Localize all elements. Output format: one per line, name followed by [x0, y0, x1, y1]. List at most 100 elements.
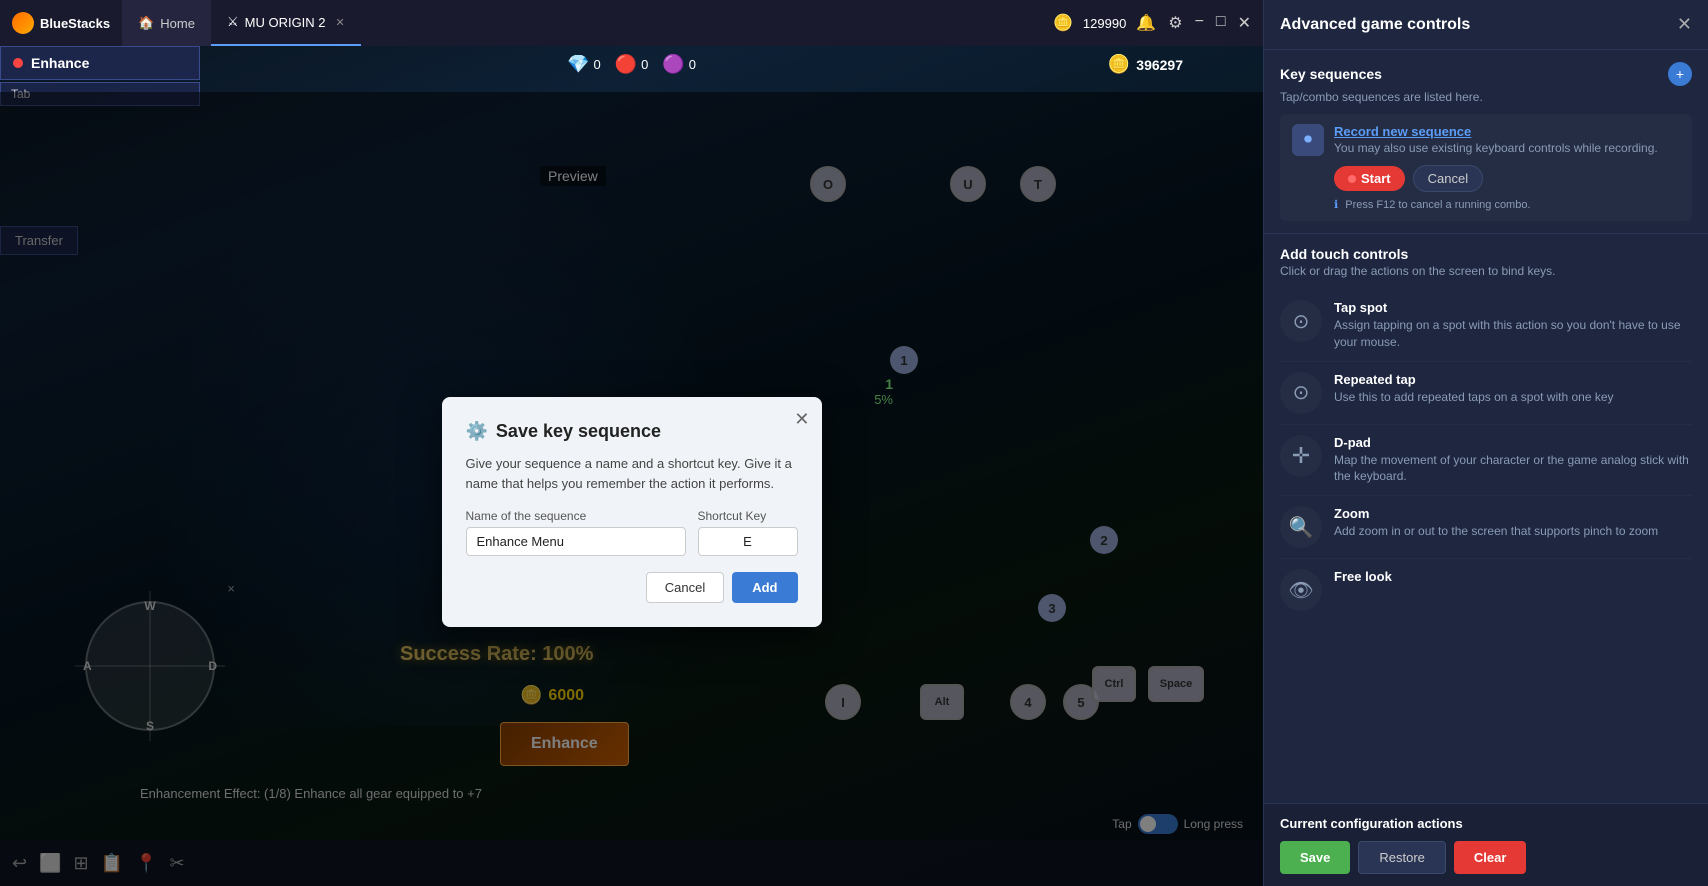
zoom-ctrl-info: Zoom Add zoom in or out to the screen th… — [1334, 506, 1692, 540]
freelook-icon-box: 👁 — [1280, 569, 1322, 611]
name-field-group: Name of the sequence — [466, 509, 686, 556]
control-free-look[interactable]: 👁 Free look — [1280, 559, 1692, 621]
top-bar-right: 🪙 129990 🔔 ⚙ − □ ✕ — [1053, 13, 1263, 33]
record-new-sequence-link[interactable]: Record new sequence — [1334, 124, 1680, 139]
record-info: Record new sequence You may also use exi… — [1334, 124, 1680, 211]
modal-overlay: ✕ ⚙️ Save key sequence Give your sequenc… — [0, 92, 1263, 886]
tab-close-icon[interactable]: ✕ — [336, 16, 345, 29]
dialog-actions: Cancel Add — [466, 572, 798, 603]
tab-mu-origin[interactable]: ⚔ MU ORIGIN 2 ✕ — [211, 0, 361, 46]
game-content: Enhance Tab Transfer 💎 0 🔴 0 🟣 0 — [0, 46, 1263, 886]
config-actions: Save Restore Clear — [1280, 841, 1693, 874]
touch-controls-title: Add touch controls — [1280, 246, 1692, 262]
top-bar: BlueStacks 🏠 Home ⚔ MU ORIGIN 2 ✕ 🪙 1299… — [0, 0, 1263, 46]
shortcut-field-group: Shortcut Key — [698, 509, 798, 556]
gold-icon: 🪙 — [1053, 13, 1073, 33]
bluestacks-icon — [12, 12, 34, 34]
dialog-cancel-btn[interactable]: Cancel — [646, 572, 724, 603]
enhance-dot — [13, 58, 23, 68]
tap-spot-desc: Assign tapping on a spot with this actio… — [1334, 317, 1692, 351]
hud-resources: 💎 0 🔴 0 🟣 0 — [567, 54, 696, 75]
bluestacks-logo: BlueStacks — [0, 12, 122, 34]
gems-blue-value: 0 — [593, 57, 600, 72]
control-repeated-tap[interactable]: ⊙ Repeated tap Use this to add repeated … — [1280, 362, 1692, 425]
maximize-icon[interactable]: □ — [1216, 13, 1226, 33]
key-sequences-title: Key sequences + — [1280, 62, 1692, 86]
hud-blue-gem: 💎 0 — [567, 54, 601, 75]
info-icon: ℹ — [1334, 199, 1338, 211]
record-desc: You may also use existing keyboard contr… — [1334, 141, 1680, 155]
name-input[interactable] — [466, 527, 686, 556]
freelook-ctrl-icon: 👁 — [1288, 578, 1313, 603]
dialog-description: Give your sequence a name and a shortcut… — [466, 454, 798, 493]
cancel-record-btn[interactable]: Cancel — [1413, 165, 1483, 192]
repeated-tap-name: Repeated tap — [1334, 372, 1692, 387]
start-btn[interactable]: Start — [1334, 166, 1405, 191]
record-icon-symbol: ⏺ — [1304, 131, 1312, 149]
settings-icon[interactable]: ⚙ — [1168, 13, 1182, 33]
restore-config-btn[interactable]: Restore — [1358, 841, 1446, 874]
repeated-tap-desc: Use this to add repeated taps on a spot … — [1334, 389, 1692, 406]
panel-bottom: Current configuration actions Save Resto… — [1264, 803, 1708, 886]
name-label: Name of the sequence — [466, 509, 686, 523]
dpad-ctrl-info: D-pad Map the movement of your character… — [1334, 435, 1692, 486]
zoom-ctrl-desc: Add zoom in or out to the screen that su… — [1334, 523, 1692, 540]
hud-purple-gem: 🟣 0 — [662, 54, 696, 75]
key-sequences-subtitle: Tap/combo sequences are listed here. — [1280, 90, 1692, 104]
tap-spot-name: Tap spot — [1334, 300, 1692, 315]
touch-controls-section: Add touch controls Click or drag the act… — [1264, 234, 1708, 633]
tab-mu-label: MU ORIGIN 2 — [245, 15, 326, 30]
game-area: BlueStacks 🏠 Home ⚔ MU ORIGIN 2 ✕ 🪙 1299… — [0, 0, 1263, 886]
gems-red-value: 0 — [641, 57, 648, 72]
record-actions: Start Cancel — [1334, 165, 1680, 192]
bell-icon[interactable]: 🔔 — [1136, 13, 1156, 33]
tap-spot-icon: ⊙ — [1293, 309, 1310, 334]
dialog-fields: Name of the sequence Shortcut Key — [466, 509, 798, 556]
repeated-tap-info: Repeated tap Use this to add repeated ta… — [1334, 372, 1692, 406]
control-zoom[interactable]: 🔍 Zoom Add zoom in or out to the screen … — [1280, 496, 1692, 559]
zoom-icon-box: 🔍 — [1280, 506, 1322, 548]
shortcut-input[interactable] — [698, 527, 798, 556]
tab-home[interactable]: 🏠 Home — [122, 0, 211, 46]
enhance-title: Enhance — [31, 55, 89, 71]
clear-config-btn[interactable]: Clear — [1454, 841, 1527, 874]
save-dialog: ✕ ⚙️ Save key sequence Give your sequenc… — [442, 397, 822, 627]
dpad-ctrl-desc: Map the movement of your character or th… — [1334, 452, 1692, 486]
enhance-header: Enhance — [0, 46, 200, 80]
freelook-ctrl-info: Free look — [1334, 569, 1692, 586]
save-config-btn[interactable]: Save — [1280, 841, 1350, 874]
panel-header: Advanced game controls ✕ — [1264, 0, 1708, 50]
zoom-ctrl-icon: 🔍 — [1289, 515, 1314, 540]
record-sequence-card: ⏺ Record new sequence You may also use e… — [1280, 114, 1692, 221]
dialog-add-btn[interactable]: Add — [732, 572, 797, 603]
gold-value: 396297 — [1136, 57, 1183, 73]
dialog-title: ⚙️ Save key sequence — [466, 421, 798, 442]
dialog-title-icon: ⚙️ — [466, 421, 488, 442]
dialog-title-text: Save key sequence — [496, 421, 661, 442]
tap-spot-icon-box: ⊙ — [1280, 300, 1322, 342]
right-panel: Advanced game controls ✕ Key sequences +… — [1263, 0, 1708, 886]
zoom-ctrl-name: Zoom — [1334, 506, 1692, 521]
top-icons: 🔔 ⚙ − □ ✕ — [1136, 13, 1251, 33]
close-icon[interactable]: ✕ — [1238, 13, 1251, 33]
control-dpad[interactable]: ✛ D-pad Map the movement of your charact… — [1280, 425, 1692, 497]
f12-note: ℹ Press F12 to cancel a running combo. — [1334, 198, 1680, 211]
touch-controls-desc: Click or drag the actions on the screen … — [1280, 264, 1692, 278]
panel-title: Advanced game controls — [1280, 16, 1470, 34]
app-name: BlueStacks — [40, 16, 110, 31]
add-sequence-btn[interactable]: + — [1668, 62, 1692, 86]
hud-red-gem: 🔴 0 — [615, 54, 649, 75]
panel-close-btn[interactable]: ✕ — [1677, 14, 1692, 35]
repeated-tap-icon: ⊙ — [1293, 380, 1310, 405]
tab-home-label: Home — [160, 16, 195, 31]
tap-spot-info: Tap spot Assign tapping on a spot with t… — [1334, 300, 1692, 351]
dialog-close-btn[interactable]: ✕ — [794, 409, 809, 430]
dpad-ctrl-name: D-pad — [1334, 435, 1692, 450]
control-tap-spot[interactable]: ⊙ Tap spot Assign tapping on a spot with… — [1280, 290, 1692, 362]
gems-purple-value: 0 — [689, 57, 696, 72]
minimize-icon[interactable]: − — [1195, 13, 1204, 33]
home-icon: 🏠 — [138, 15, 154, 31]
start-dot — [1348, 175, 1356, 183]
repeated-tap-icon-box: ⊙ — [1280, 372, 1322, 414]
hud-gold: 🪙 396297 — [1108, 54, 1183, 75]
